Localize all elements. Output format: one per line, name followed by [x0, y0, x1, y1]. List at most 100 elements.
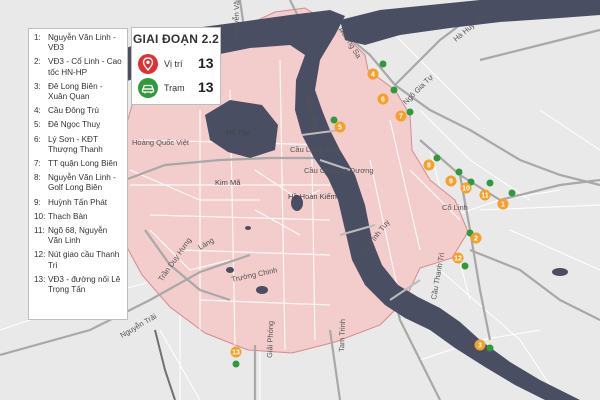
location-marker-2[interactable]: 2 — [470, 232, 482, 244]
phase-title: GIAI ĐOẠN 2.2 — [133, 32, 219, 46]
legend-item: 5: Đê Ngọc Thuỵ — [34, 120, 122, 130]
svg-text:1: 1 — [501, 202, 505, 209]
station-count: 13 — [198, 79, 214, 95]
svg-text:7: 7 — [399, 114, 403, 121]
lake-small-1 — [226, 267, 234, 273]
svg-text:6: 6 — [381, 97, 385, 104]
legend-item-number: 5: — [34, 120, 41, 130]
location-marker-12[interactable]: 12 — [452, 252, 464, 264]
legend-item-name: Đê Long Biên - Xuân Quan — [48, 81, 103, 102]
legend-item-name: Nguyễn Văn Linh - Golf Long Biên — [48, 173, 116, 193]
svg-text:12: 12 — [454, 256, 462, 263]
station-count-row: Trạm 13 — [138, 78, 218, 100]
place-label-ho-hoan-kiem: Hồ Hoàn Kiếm — [288, 192, 337, 201]
road-label-tam-trinh: Tam Trinh — [337, 319, 347, 352]
svg-text:8: 8 — [427, 163, 431, 170]
station-label: Trạm — [164, 83, 185, 93]
station-marker-6[interactable] — [390, 86, 398, 94]
location-marker-9[interactable]: 9 — [445, 175, 457, 187]
legend-item-name: VĐ3 - đường nối Lê Trọng Tấn — [48, 274, 121, 295]
location-marker-8[interactable]: 8 — [423, 159, 435, 171]
station-marker-11[interactable] — [486, 179, 494, 187]
legend-item: 4: Cầu Đông Trù — [34, 106, 122, 116]
legend-item-name: Nguyễn Văn Linh - VĐ3 — [48, 33, 116, 53]
legend-item: 11: Ngõ 68, Nguyễn Văn Linh — [34, 226, 122, 246]
legend-item-number: 13: — [34, 274, 46, 284]
svg-text:2: 2 — [474, 236, 478, 243]
location-count-row: Vị trí 13 — [138, 54, 218, 76]
legend-item-name: Nút giao cầu Thanh Trì — [48, 250, 120, 270]
legend-item-number: 11: — [34, 226, 45, 236]
legend-item-number: 4: — [34, 106, 41, 116]
legend-item: 12: Nút giao cầu Thanh Trì — [34, 250, 122, 270]
map-stage: Nguyễn Văn Cừ Trường Sa Hà Huy Tập Ngô G… — [0, 0, 600, 400]
legend-item-name: Đê Ngọc Thuỵ — [48, 120, 101, 130]
place-label-ho-tay: Hồ Tây — [226, 128, 250, 137]
map-pin-icon — [138, 54, 158, 74]
lake-south — [256, 286, 268, 294]
legend-item-name: Ngõ 68, Nguyễn Văn Linh — [48, 226, 108, 246]
location-marker-3[interactable]: 3 — [474, 339, 486, 351]
road-label-cau-chuong-duong: Cầu Chương Dương — [304, 166, 374, 175]
svg-text:10: 10 — [462, 186, 470, 193]
road-label-hoang-quoc-viet: Hoàng Quốc Việt — [132, 138, 190, 147]
station-marker-7[interactable] — [406, 108, 414, 116]
svg-text:3: 3 — [478, 343, 482, 350]
svg-text:11: 11 — [481, 193, 489, 200]
legend-item: 3: Đê Long Biên - Xuân Quan — [34, 82, 122, 102]
legend-item: 6: Lý Sơn - KĐT Thượng Thanh — [34, 135, 122, 155]
legend-item-number: 1: — [34, 33, 41, 42]
road-label-cau-long-bien: Cầu Long Biên — [290, 145, 340, 154]
legend-item: 9: Huỳnh Tấn Phát — [34, 198, 122, 208]
legend-item-name: Huỳnh Tấn Phát — [48, 197, 108, 207]
location-marker-13[interactable]: 13 — [230, 346, 242, 358]
location-marker-7[interactable]: 7 — [395, 110, 407, 122]
legend-item-name: Cầu Đông Trù — [48, 106, 99, 116]
legend-item-number: 3: — [34, 81, 41, 91]
lake-small-2 — [245, 226, 251, 230]
legend-item: 10: Thạch Bàn — [34, 212, 122, 222]
svg-text:9: 9 — [449, 179, 453, 186]
car-icon — [138, 78, 158, 98]
station-marker-9[interactable] — [455, 168, 463, 176]
road-label-co-linh: Cổ Linh — [442, 203, 468, 212]
legend-item-number: 6: — [34, 134, 41, 144]
station-marker-3[interactable] — [486, 344, 494, 352]
phase-summary-box: GIAI ĐOẠN 2.2 Vị trí 13 Trạm 13 — [131, 27, 221, 105]
location-marker-10[interactable]: 10 — [460, 182, 472, 194]
svg-text:13: 13 — [232, 350, 240, 357]
legend-item-number: 9: — [34, 197, 41, 207]
lake-east — [552, 268, 568, 276]
legend-item-name: Thạch Bàn — [48, 211, 88, 221]
station-marker-5[interactable] — [330, 116, 338, 124]
location-marker-5[interactable]: 5 — [334, 121, 346, 133]
location-marker-6[interactable]: 6 — [377, 93, 389, 105]
place-label-kim-ma: Kim Mã — [215, 178, 241, 187]
location-count: 13 — [198, 55, 214, 71]
svg-text:5: 5 — [338, 125, 342, 132]
svg-text:4: 4 — [371, 72, 375, 79]
legend-item: 13: VĐ3 - đường nối Lê Trọng Tấn — [34, 275, 122, 295]
legend-item: 8: Nguyễn Văn Linh - Golf Long Biên — [34, 173, 122, 193]
legend-item: 1: Nguyễn Văn Linh - VĐ3 — [34, 33, 122, 53]
station-marker-13[interactable] — [232, 360, 240, 368]
location-legend: 1: Nguyễn Văn Linh - VĐ3 2: VĐ3 - Cổ Linh -… — [28, 28, 128, 320]
location-label: Vị trí — [164, 59, 183, 69]
legend-item-name: TT quận Long Biên — [48, 159, 118, 169]
legend-item-number: 2: — [34, 57, 41, 67]
location-marker-11[interactable]: 11 — [479, 189, 491, 201]
location-marker-4[interactable]: 4 — [367, 68, 379, 80]
legend-item-number: 8: — [34, 173, 41, 183]
station-marker-4[interactable] — [379, 60, 387, 68]
station-marker-8[interactable] — [433, 154, 441, 162]
legend-item: 2: VĐ3 - Cổ Linh - Cao tốc HN-HP — [34, 57, 122, 77]
station-marker-12[interactable] — [461, 262, 469, 270]
road-label-giai-phong: Giải Phóng — [265, 321, 275, 358]
legend-item: 7: TT quận Long Biên — [34, 159, 122, 169]
legend-item-name: Lý Sơn - KĐT Thượng Thanh — [48, 134, 103, 154]
legend-item-number: 12: — [34, 250, 46, 260]
legend-item-number: 7: — [34, 159, 41, 169]
station-marker-1[interactable] — [508, 189, 516, 197]
legend-item-name: VĐ3 - Cổ Linh - Cao tốc HN-HP — [48, 57, 122, 77]
location-marker-1[interactable]: 1 — [497, 198, 509, 210]
